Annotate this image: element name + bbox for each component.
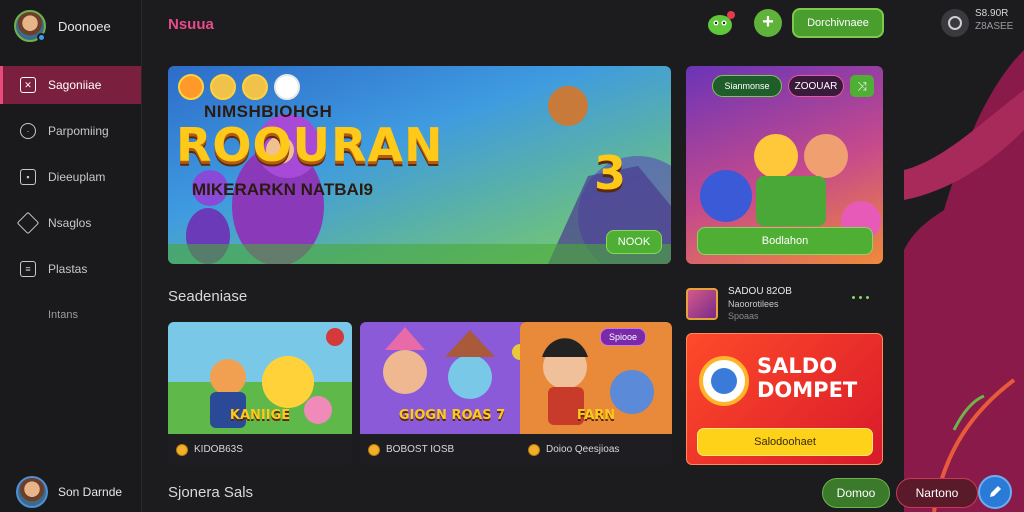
wallet-icon [699,356,749,406]
hero-icon-row [178,74,300,100]
list-icon: ≡ [20,261,36,277]
game-chip-icon[interactable] [242,74,268,100]
avatar [14,10,46,42]
card-title: Doioo Qeesjioas [546,444,620,455]
hero-play-button[interactable]: NOOK [606,230,662,254]
card-title: KIDOB63S [194,444,243,455]
sidebar-item-3[interactable]: Nsaglos [0,204,141,242]
game-chip-icon[interactable] [210,74,236,100]
sidebar-nav: ✕ Sagoniiae · Parpomiing ▪ Dieeuplam Nsa… [0,66,141,342]
sidebar-item-4[interactable]: ≡ Plastas [0,250,141,288]
sidebar-item-label: Nsaglos [48,216,92,230]
card-title: BOBOST IOSB [386,444,455,455]
add-button[interactable]: + [754,9,782,37]
footer-avatar [16,476,48,508]
game-card[interactable]: FARN Spiooe Doioo Qeesjioas [520,322,672,465]
sidebar-footer-profile[interactable]: Son Darnde [16,476,122,508]
promo-chip-counter[interactable]: ZOOUAR [788,75,844,97]
grid-icon: ▪ [20,169,36,185]
more-options-icon[interactable] [852,296,869,299]
card-art-title: GIOGN ROAS 7 [398,408,506,423]
page-title: Nsuua [168,16,214,33]
hero-title: ROOURAN [176,118,444,172]
card-footer: BOBOST IOSB [360,434,544,465]
sidebar-item-1[interactable]: · Parpomiing [0,112,141,150]
game-card[interactable]: GIOGN ROAS 7 BOBOST IOSB [360,322,544,465]
game-chip-icon[interactable] [274,74,300,100]
tag-icon [16,211,40,235]
decorative-background [904,50,1024,512]
game-chip-icon[interactable] [178,74,204,100]
wallet-card[interactable]: SALDO DOMPET Salodoohaet [686,333,883,465]
sidebar-item-label: Plastas [48,262,88,276]
wallet-title: SALDO DOMPET [757,354,857,402]
card-art-title: KANIIGE [229,408,291,423]
saldo-text: SADOU 82OB Naoorotilees Spoaas [728,286,792,322]
coin-icon [368,443,380,456]
app-root: Doonoee ✕ Sagoniiae · Parpomiing ▪ Dieeu… [0,0,1024,512]
header-balance: S8.90R Z8ASEE [975,7,1013,33]
sidebar-item-label: Intans [48,309,78,321]
sidebar-item-label: Dieeuplam [48,170,106,184]
promo-button[interactable]: Bodlahon [697,227,873,255]
section-title: Seadeniase [168,288,248,305]
sidebar-item-5[interactable]: Intans [0,296,141,334]
balance-line-2: Z8ASEE [975,21,1014,32]
coin-icon [176,443,188,456]
gamepad-icon: · [20,123,36,139]
sidebar-item-label: Parpomiing [48,124,109,138]
favorite-icon[interactable] [326,328,344,346]
card-footer: KIDOB63S [168,434,352,465]
wallet-title-line-2: DOMPET [757,378,858,402]
edit-icon[interactable] [978,475,1012,509]
bottom-green-button[interactable]: Domoo [822,478,890,508]
chest-icon [686,288,718,320]
coin-icon [528,443,540,456]
profile-name: Doonoee [58,18,111,34]
sidebar-item-2[interactable]: ▪ Dieeuplam [0,158,141,196]
bottom-section-title: Sjonera Sals [168,484,254,501]
card-footer: Doioo Qeesjioas [520,434,672,465]
sidebar: Doonoee ✕ Sagoniiae · Parpomiing ▪ Dieeu… [0,0,142,512]
promo-chip[interactable]: Sianmonse [712,75,782,97]
wallet-button[interactable]: Salodoohaet [697,428,873,456]
sidebar-item-0[interactable]: ✕ Sagoniiae [0,66,141,104]
saldo-summary[interactable]: SADOU 82OB Naoorotilees Spoaas [686,284,883,324]
wallet-title-line-1: SALDO [757,354,838,378]
saldo-line-3: Spoaas [728,311,759,321]
home-icon: ✕ [20,77,36,93]
hero-subtitle: MIKERARKN NATBAI9 [192,180,374,199]
card-art-title: FARN [576,408,616,423]
bottom-red-button[interactable]: Nartono [896,478,978,508]
shuffle-icon[interactable]: ⤨ [850,75,874,97]
footer-name: Son Darnde [58,485,123,499]
mascot-icon[interactable] [706,10,736,36]
saldo-line-1: SADOU 82OB [728,286,792,297]
user-icon[interactable] [941,9,969,37]
hero-number: 3 [594,146,627,200]
balance-line-1: S8.90R [975,8,1009,19]
game-card[interactable]: KANIIGE KIDOB63S [168,322,352,465]
sidebar-item-label: Sagoniiae [48,78,102,92]
profile[interactable]: Doonoee [14,10,111,42]
saldo-line-2: Naoorotilees [728,299,779,309]
card-badge: Spiooe [600,328,646,346]
online-status-icon [37,33,46,42]
header-cta-button[interactable]: Dorchivnaee [792,8,884,38]
